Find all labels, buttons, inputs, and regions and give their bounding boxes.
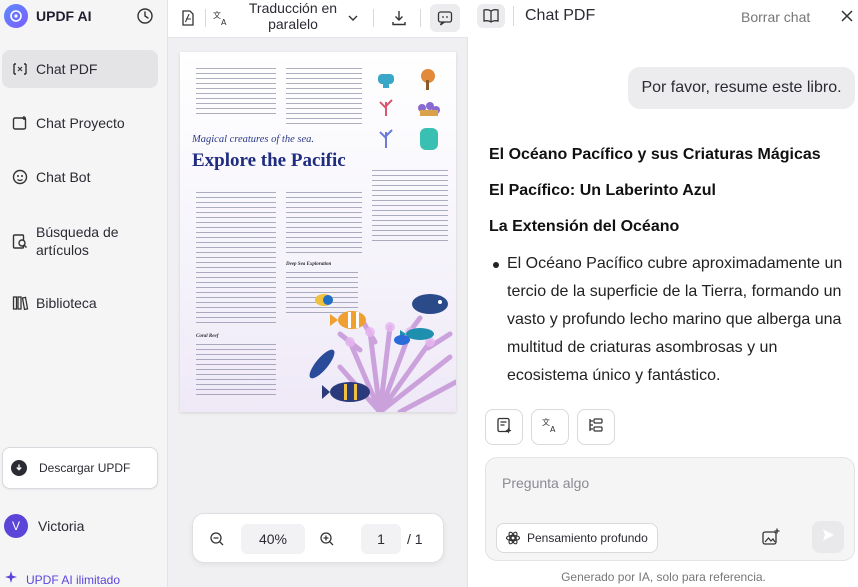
zoom-out-icon[interactable] <box>205 527 229 551</box>
summarize-button[interactable] <box>485 409 523 445</box>
zoom-bar: 40% 1 / 1 <box>192 513 444 563</box>
sidebar-item-chat-bot[interactable]: Chat Bot <box>2 158 158 196</box>
translate-icon[interactable]: 文A <box>209 6 233 30</box>
avatar: V <box>4 514 28 538</box>
history-icon[interactable] <box>135 6 155 26</box>
svg-text:文: 文 <box>213 10 221 20</box>
chat-input-box[interactable]: Pregunta algo Pensamiento profundo <box>485 457 855 561</box>
translate-button[interactable]: 文A <box>531 409 569 445</box>
chat-panel: Chat PDF Borrar chat Por favor, resume e… <box>469 0 858 587</box>
bullet-dot <box>493 262 499 268</box>
user-profile[interactable]: V Victoria <box>4 514 84 538</box>
user-name: Victoria <box>38 518 85 534</box>
book-icon[interactable] <box>477 4 505 28</box>
answer-heading: El Océano Pacífico y sus Criaturas Mágic… <box>489 146 821 163</box>
deep-thinking-label: Pensamiento profundo <box>527 531 648 545</box>
chat-pdf-icon <box>6 60 34 78</box>
ai-assistant-button[interactable] <box>430 4 460 32</box>
library-icon <box>6 294 34 312</box>
close-icon[interactable] <box>839 8 855 24</box>
answer-heading: La Extensión del Océano <box>489 218 680 235</box>
sidebar-item-label: Búsqueda de artículos <box>36 224 119 258</box>
pdf-section-heading: Coral Reef <box>196 334 219 339</box>
chat-input[interactable]: Pregunta algo <box>502 475 589 491</box>
page-number-input[interactable]: 1 <box>361 524 401 554</box>
pdf-subtitle: Magical creatures of the sea. <box>192 134 314 145</box>
sidebar: UPDF AI Chat PDF Chat Proyecto Chat Bot … <box>0 0 168 587</box>
sidebar-item-label: Biblioteca <box>36 295 97 311</box>
zoom-in-icon[interactable] <box>315 527 339 551</box>
add-image-icon[interactable] <box>760 526 782 548</box>
coral-illustrations <box>378 69 440 150</box>
answer-heading: El Pacífico: Un Laberinto Azul <box>489 182 716 199</box>
toolbar-divider <box>373 9 374 27</box>
page-text-block <box>286 68 362 124</box>
viewer-toolbar: 文A Traducción en paralelo <box>168 0 468 38</box>
pdf-section-heading: Deep Sea Exploration <box>286 262 332 267</box>
sidebar-item-busqueda-articulos[interactable]: Búsqueda de artículos <box>2 220 158 262</box>
upgrade-link[interactable]: UPDF AI ilimitado <box>4 570 120 587</box>
toolbar-divider <box>205 9 206 27</box>
zoom-level[interactable]: 40% <box>241 524 305 554</box>
download-icon <box>11 460 27 476</box>
sidebar-item-biblioteca[interactable]: Biblioteca <box>2 284 158 322</box>
answer-bullet: El Océano Pacífico cubre aproximadamente… <box>493 250 855 390</box>
deep-thinking-button[interactable]: Pensamiento profundo <box>496 523 658 553</box>
upgrade-label: UPDF AI ilimitado <box>26 572 121 587</box>
send-button[interactable] <box>812 521 844 553</box>
download-label: Descargar UPDF <box>39 461 131 475</box>
send-icon <box>821 528 835 547</box>
pdf-file-icon[interactable] <box>176 6 200 30</box>
answer-bullet-text: El Océano Pacífico cubre aproximadamente… <box>507 255 843 384</box>
article-search-icon <box>6 232 34 250</box>
page-text-block <box>196 68 276 118</box>
brain-icon <box>505 530 521 546</box>
chat-bot-icon <box>6 168 34 186</box>
chat-title: Chat PDF <box>525 7 596 24</box>
outline-button[interactable] <box>577 409 615 445</box>
updf-logo-icon <box>4 4 28 28</box>
sidebar-item-chat-proyecto[interactable]: Chat Proyecto <box>2 104 158 142</box>
page-text-block <box>196 344 276 396</box>
svg-text:A: A <box>550 425 556 434</box>
page-total: / 1 <box>407 531 423 547</box>
sidebar-item-label: Chat PDF <box>36 61 98 77</box>
outline-icon <box>587 416 605 439</box>
page-text-block <box>196 192 276 324</box>
clear-chat-button[interactable]: Borrar chat <box>741 9 810 25</box>
download-updf-button[interactable]: Descargar UPDF <box>2 447 158 489</box>
pdf-page: Magical creatures of the sea. Explore th… <box>180 52 456 412</box>
toolbar-divider <box>420 9 421 27</box>
pdf-title: Explore the Pacific <box>192 150 346 171</box>
summarize-icon <box>495 416 513 439</box>
chat-project-icon <box>6 114 34 132</box>
svg-text:A: A <box>221 18 227 27</box>
download-pdf-icon[interactable] <box>387 6 411 30</box>
brand: UPDF AI <box>4 4 91 28</box>
sea-life-illustration <box>309 294 456 412</box>
sidebar-item-chat-pdf[interactable]: Chat PDF <box>2 50 158 88</box>
header-divider <box>513 6 514 26</box>
brand-title: UPDF AI <box>36 8 92 24</box>
chevron-down-icon[interactable] <box>341 6 365 30</box>
sidebar-item-label: Chat Bot <box>36 169 91 185</box>
sparkle-icon <box>4 570 18 587</box>
translate-icon: 文A <box>541 416 559 439</box>
translate-mode-label[interactable]: Traducción en paralelo <box>238 0 348 32</box>
pdf-viewer: 文A Traducción en paralelo Magical creatu… <box>168 0 468 587</box>
svg-text:文: 文 <box>542 417 550 427</box>
page-text-block <box>372 170 448 244</box>
page-text-block <box>286 192 362 254</box>
sidebar-item-label: Chat Proyecto <box>36 115 125 131</box>
user-message: Por favor, resume este libro. <box>628 67 855 109</box>
ai-disclaimer: Generado por IA, solo para referencia. <box>561 570 766 584</box>
